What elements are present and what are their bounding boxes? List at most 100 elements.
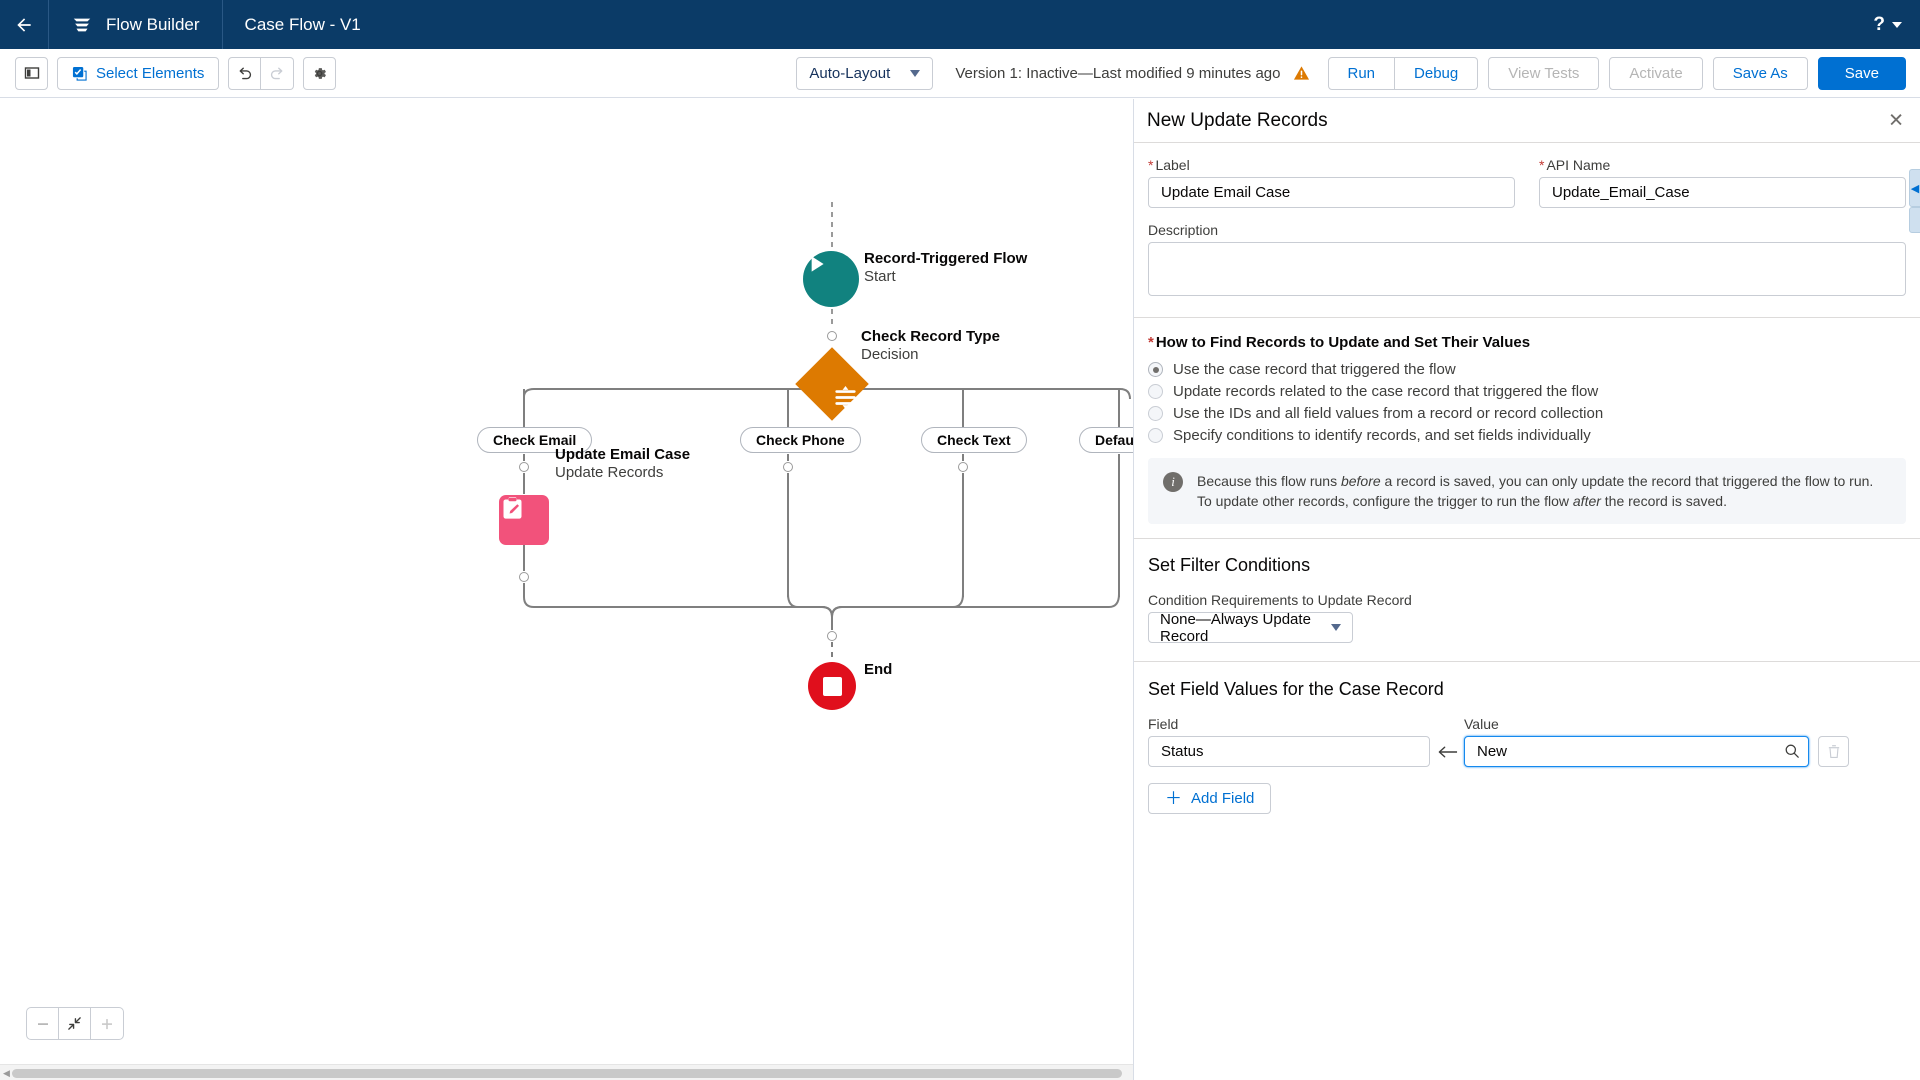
- radio-option-specify-conditions[interactable]: Specify conditions to identify records, …: [1148, 427, 1906, 444]
- gear-icon: [311, 65, 328, 82]
- delete-field-row-button[interactable]: [1818, 736, 1849, 767]
- radio-indicator: [1148, 406, 1163, 421]
- debug-button[interactable]: Debug: [1395, 57, 1478, 90]
- close-icon[interactable]: ✕: [1888, 111, 1904, 130]
- value-column-label: Value: [1464, 716, 1809, 732]
- description-field-label: Description: [1148, 222, 1906, 238]
- panel-body: *Label *API Name Description *How to Fin…: [1134, 143, 1920, 814]
- select-elements-button[interactable]: Select Elements: [57, 57, 219, 90]
- field-value-row: [1148, 736, 1906, 767]
- node-title: End: [864, 661, 892, 679]
- info-emphasis-1: before: [1341, 473, 1381, 489]
- run-button[interactable]: Run: [1328, 57, 1396, 90]
- how-to-find-records-section: *How to Find Records to Update and Set T…: [1134, 318, 1920, 538]
- flow-settings-button[interactable]: [303, 57, 336, 90]
- back-button[interactable]: [0, 0, 48, 49]
- toolbar-left-group: Select Elements: [0, 57, 336, 90]
- warning-indicator[interactable]: [1293, 65, 1310, 81]
- field-input-wrap: [1148, 736, 1430, 767]
- assign-arrow: [1430, 736, 1464, 767]
- app-home-link[interactable]: Flow Builder: [49, 0, 222, 49]
- connector-add-dot-6[interactable]: [827, 631, 837, 641]
- activate-button[interactable]: Activate: [1609, 57, 1702, 90]
- branch-pill-check-phone[interactable]: Check Phone: [740, 427, 861, 453]
- flow-node-end[interactable]: [808, 662, 856, 710]
- zoom-fit-button[interactable]: [59, 1008, 91, 1039]
- canvas-horizontal-scrollbar[interactable]: ◀: [0, 1064, 1133, 1080]
- connector-add-dot-3[interactable]: [783, 462, 793, 472]
- zoom-out-button[interactable]: [27, 1008, 59, 1039]
- branch-pill-check-text[interactable]: Check Text: [921, 427, 1027, 453]
- flow-node-update-label: Update Email Case Update Records: [555, 446, 690, 482]
- minus-icon: [36, 1017, 50, 1031]
- field-column-label: Field: [1148, 716, 1430, 732]
- node-title: Check Record Type: [861, 328, 1000, 346]
- chevron-down-icon: [910, 70, 920, 77]
- condition-requirements-label: Condition Requirements to Update Record: [1148, 592, 1906, 608]
- version-status-text: Version 1: Inactive—Last modified 9 minu…: [955, 65, 1280, 82]
- radio-label: Use the IDs and all field values from a …: [1173, 405, 1603, 422]
- help-menu-button[interactable]: ?: [1873, 14, 1920, 36]
- api-name-input[interactable]: [1539, 177, 1906, 208]
- layout-mode-select[interactable]: Auto-Layout: [796, 57, 933, 90]
- connector-add-dot-2[interactable]: [519, 462, 529, 472]
- how-to-find-legend-text: How to Find Records to Update and Set Th…: [1156, 334, 1530, 351]
- node-title: Record-Triggered Flow: [864, 250, 1027, 268]
- required-star: *: [1148, 157, 1153, 173]
- condition-requirements-select[interactable]: None—Always Update Record: [1148, 612, 1353, 643]
- save-as-button[interactable]: Save As: [1713, 57, 1808, 90]
- fit-to-screen-icon: [67, 1016, 82, 1031]
- redo-button[interactable]: [261, 57, 294, 90]
- connector-add-dot-1[interactable]: [827, 331, 837, 341]
- connector-add-dot-5[interactable]: [519, 572, 529, 582]
- field-values-section: Set Field Values for the Case Record Fie…: [1134, 662, 1920, 814]
- search-icon[interactable]: [1784, 743, 1800, 764]
- panel-toggle-icon: [24, 65, 40, 81]
- radio-label: Update records related to the case recor…: [1173, 383, 1598, 400]
- flow-canvas[interactable]: Record-Triggered Flow Start Check Record…: [0, 99, 1133, 1080]
- element-properties-panel: ◀ New Update Records ✕ *Label *API Name …: [1133, 99, 1920, 1080]
- flow-node-update-records[interactable]: [499, 495, 549, 545]
- radio-indicator: [1148, 362, 1163, 377]
- radio-option-related-records[interactable]: Update records related to the case recor…: [1148, 383, 1906, 400]
- info-emphasis-2: after: [1573, 493, 1601, 509]
- node-subtitle: Decision: [861, 346, 1000, 364]
- radio-label: Use the case record that triggered the f…: [1173, 361, 1456, 378]
- zoom-controls: [26, 1007, 124, 1040]
- add-field-button[interactable]: ＋ Add Field: [1148, 783, 1271, 814]
- panel-title: New Update Records: [1147, 110, 1328, 132]
- view-tests-button[interactable]: View Tests: [1488, 57, 1599, 90]
- value-input[interactable]: [1464, 736, 1809, 767]
- stop-square-icon: [823, 677, 842, 696]
- play-icon: [803, 251, 829, 277]
- arrow-left-icon: [1437, 745, 1458, 759]
- info-icon: i: [1163, 472, 1183, 492]
- select-elements-label: Select Elements: [96, 65, 204, 82]
- connector-add-dot-4[interactable]: [958, 462, 968, 472]
- zoom-in-button[interactable]: [91, 1008, 123, 1039]
- chevron-down-icon: [1331, 624, 1341, 631]
- label-text: Label: [1155, 157, 1189, 173]
- scroll-left-arrow-icon[interactable]: ◀: [3, 1068, 10, 1078]
- flow-builder-icon: [71, 14, 93, 36]
- label-input[interactable]: [1148, 177, 1515, 208]
- search-glass-icon: [1784, 743, 1800, 759]
- branch-pill-default-outcome[interactable]: Default Outcome: [1079, 427, 1133, 453]
- field-input[interactable]: [1148, 736, 1430, 767]
- radio-option-use-triggering-record[interactable]: Use the case record that triggered the f…: [1148, 361, 1906, 378]
- undo-button[interactable]: [228, 57, 261, 90]
- radio-option-use-ids[interactable]: Use the IDs and all field values from a …: [1148, 405, 1906, 422]
- description-textarea[interactable]: [1148, 242, 1906, 296]
- toggle-left-panel-button[interactable]: [15, 57, 48, 90]
- radio-indicator: [1148, 428, 1163, 443]
- scrollbar-thumb[interactable]: [12, 1069, 1122, 1078]
- save-button[interactable]: Save: [1818, 57, 1906, 90]
- plus-icon: [100, 1017, 114, 1031]
- flow-node-end-label: End: [864, 661, 892, 679]
- arrow-left-icon: [14, 15, 34, 35]
- radio-indicator: [1148, 384, 1163, 399]
- flow-node-start[interactable]: [803, 251, 859, 307]
- how-to-find-legend: *How to Find Records to Update and Set T…: [1148, 334, 1906, 351]
- label-field-group: *Label: [1148, 157, 1515, 208]
- toolbar-right-group: Auto-Layout Version 1: Inactive—Last mod…: [796, 57, 1920, 90]
